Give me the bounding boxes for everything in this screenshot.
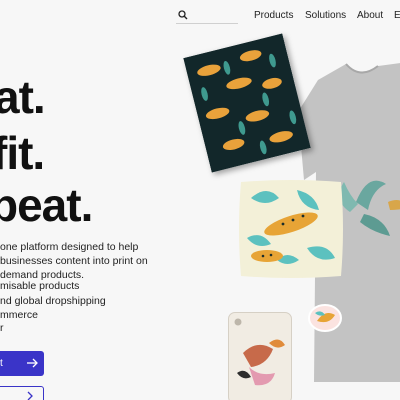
feature-item: mmerce [0,309,38,321]
nav-products[interactable]: Products [254,10,293,21]
primary-cta-button[interactable]: t [0,351,44,376]
arrow-right-icon [27,358,38,368]
feature-item: nd global dropshipping [0,295,106,307]
sticker-product-image [308,304,342,332]
search-icon [178,10,188,20]
feature-item: r [0,322,4,334]
chevron-right-icon [27,391,33,400]
hero-headline-line-2: fit. [0,127,45,179]
nav-more[interactable]: E [394,10,400,21]
nav-solutions[interactable]: Solutions [305,10,346,21]
nav-about[interactable]: About [357,10,383,21]
pillow-product-image [239,180,343,278]
poster-product-image [183,33,311,173]
search-input[interactable] [192,8,236,23]
secondary-cta-button[interactable] [0,386,44,400]
hero-headline-line-3: beat. [0,179,93,231]
primary-cta-label: t [0,358,3,369]
tablet-case-product-image [228,312,292,400]
search-bar[interactable] [176,8,238,24]
feature-item: misable products [0,280,80,292]
hero-description: one platform designed to help businesses… [0,241,148,281]
hero-headline-line-1: at. [0,71,46,123]
